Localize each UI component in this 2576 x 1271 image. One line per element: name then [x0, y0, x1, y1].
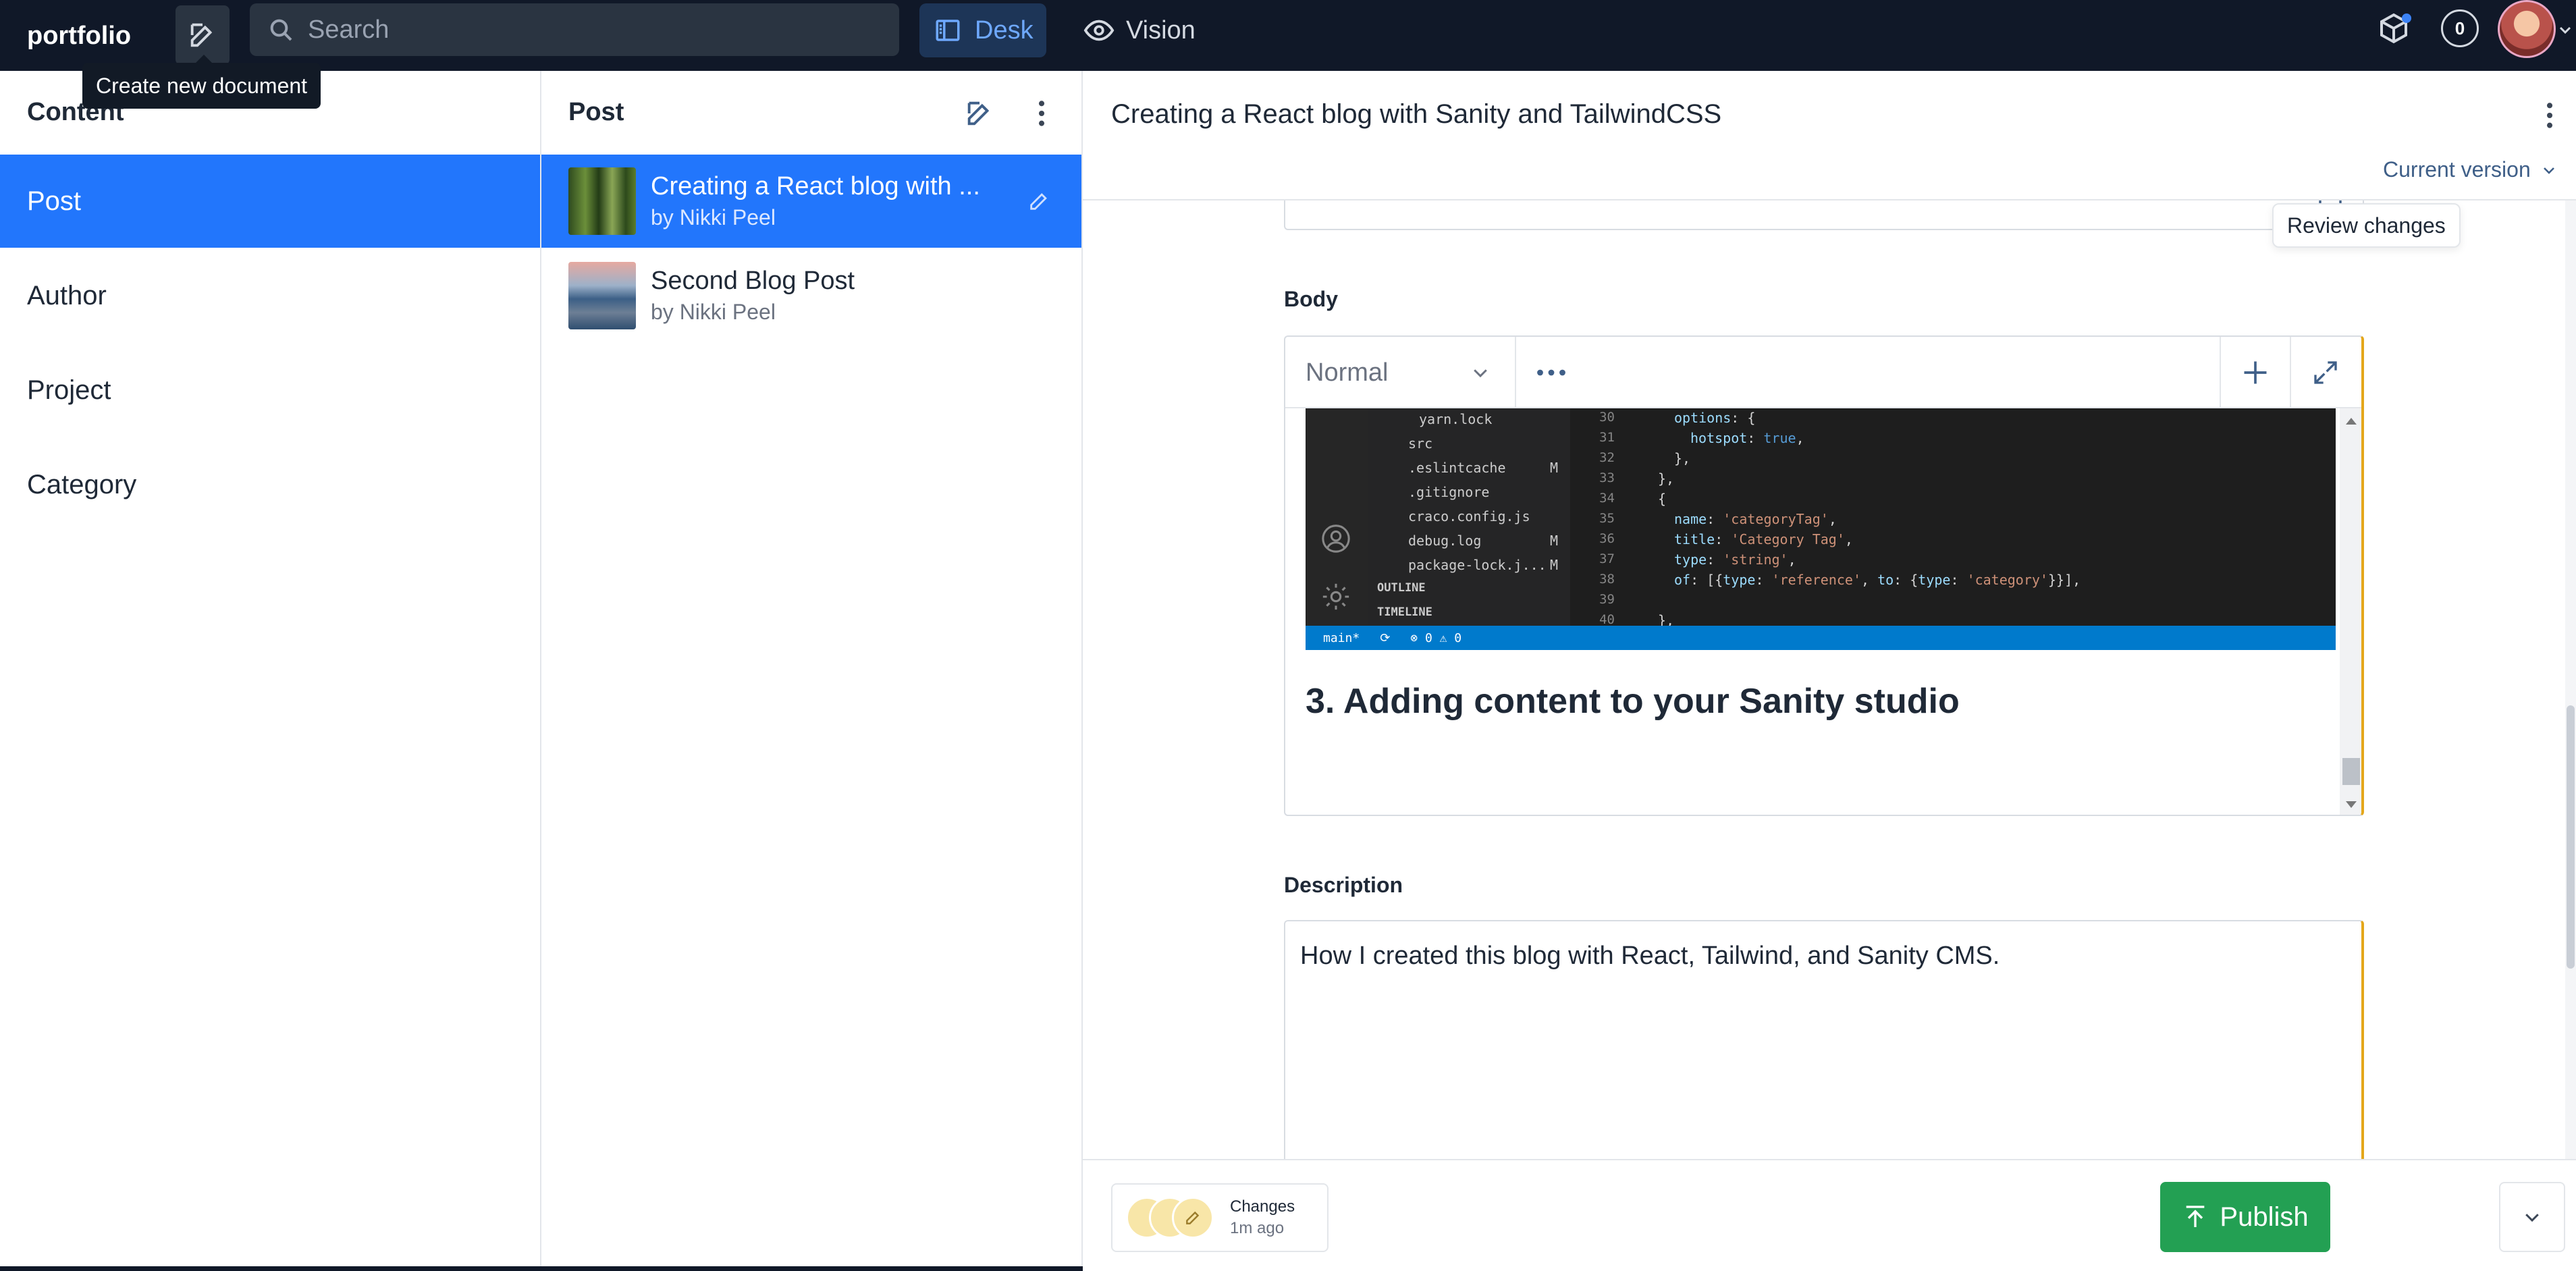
fullscreen-button[interactable] — [2290, 337, 2360, 408]
editor-scroll-thumb[interactable] — [2342, 758, 2360, 785]
content-item-post[interactable]: Post — [0, 155, 540, 248]
notification-counter[interactable]: 0 — [2441, 9, 2479, 47]
document-header: Creating a React blog with Sanity and Ta… — [1083, 71, 2576, 200]
desk-icon — [932, 14, 964, 47]
more-options-button[interactable] — [1531, 354, 1572, 391]
content-item-category[interactable]: Category — [0, 438, 540, 531]
review-changes-tooltip: Review changes — [2272, 203, 2461, 248]
published-date-input[interactable] — [1284, 200, 2364, 230]
document-footer: Changes 1m ago Publish — [1083, 1159, 2576, 1271]
publish-icon — [2186, 1206, 2205, 1227]
content-item-label: Post — [27, 186, 82, 216]
create-document-tooltip: Create new document — [82, 55, 321, 109]
body-editor[interactable]: Normal yarn.lock src .eslintcache .gitig… — [1284, 335, 2364, 816]
publish-menu-button[interactable] — [2499, 1182, 2565, 1252]
content-item-label: Project — [27, 375, 111, 405]
update-badge — [2402, 13, 2411, 23]
document-pane: Body Normal yarn.lock src .eslintcache .… — [1083, 71, 2576, 1271]
editor-status-bar: main* ⟳ ⊗ 0 ⚠ 0 — [1306, 626, 2336, 650]
new-post-button[interactable] — [961, 95, 998, 132]
description-label: Description — [1284, 873, 1403, 897]
tool-vision[interactable]: Vision — [1071, 3, 1206, 57]
scroll-down-arrow[interactable] — [2346, 801, 2357, 808]
kebab-menu-icon — [2546, 103, 2553, 128]
body-label: Body — [1284, 287, 1338, 311]
chevron-down-icon — [2525, 1214, 2539, 1222]
chevron-down-icon[interactable] — [2556, 20, 2575, 39]
post-pane-menu-button[interactable] — [1023, 95, 1060, 132]
editor-scrollbar[interactable] — [2340, 408, 2361, 815]
post-thumbnail — [568, 167, 636, 235]
content-item-project[interactable]: Project — [0, 344, 540, 437]
file-tree: yarn.lock src .eslintcache .gitignore cr… — [1368, 408, 1570, 626]
content-item-author[interactable]: Author — [0, 249, 540, 342]
content-pane: Content Post Author Project Category — [0, 71, 541, 1271]
post-list-pane: Post Creating a React blog with ... by N… — [541, 71, 1083, 1271]
user-avatar[interactable] — [2498, 0, 2556, 58]
document-title: Creating a React blog with Sanity and Ta… — [1111, 99, 1722, 129]
publish-label: Publish — [2220, 1201, 2309, 1232]
chevron-down-icon — [2540, 161, 2558, 179]
tool-desk-label: Desk — [975, 16, 1034, 45]
post-list-item[interactable]: Second Blog Post by Nikki Peel — [541, 249, 1081, 342]
eye-icon — [1083, 14, 1115, 47]
ellipsis-icon — [1537, 369, 1565, 376]
editor-toolbar: Normal — [1285, 337, 2361, 408]
document-scroll-thumb[interactable] — [2567, 705, 2575, 969]
publish-button[interactable]: Publish — [2160, 1182, 2330, 1252]
pencil-icon — [1172, 1197, 1214, 1239]
line-numbers: 30 31 32 33 34 35 36 37 38 39 40 — [1599, 410, 1615, 627]
document-menu-button[interactable] — [2531, 95, 2568, 136]
tool-vision-label: Vision — [1126, 16, 1196, 45]
content-item-label: Author — [27, 280, 107, 310]
insert-block-button[interactable] — [2220, 337, 2290, 408]
expand-icon — [2314, 361, 2337, 384]
activity-bar — [1306, 408, 1368, 626]
block-style-value: Normal — [1306, 358, 1389, 387]
search-icon — [265, 13, 297, 46]
post-title: Second Blog Post — [651, 267, 855, 295]
top-navbar: portfolio Search Desk Vision 0 — [0, 0, 2576, 71]
search-input[interactable]: Search — [250, 3, 899, 56]
embedded-code-screenshot[interactable]: yarn.lock src .eslintcache .gitignore cr… — [1306, 408, 2336, 650]
body-heading: 3. Adding content to your Sanity studio — [1306, 682, 1960, 721]
content-item-label: Category — [27, 469, 137, 499]
plus-icon — [2244, 361, 2267, 384]
changes-timestamp: 1m ago — [1230, 1219, 1285, 1237]
change-avatars — [1126, 1197, 1220, 1239]
pencil-icon — [1022, 184, 1056, 218]
compose-icon — [190, 23, 213, 47]
code-lines: options: { hotspot: true, }, }, { name: … — [1658, 410, 2081, 628]
chevron-down-icon — [1469, 361, 1492, 384]
block-style-select[interactable]: Normal — [1285, 337, 1516, 408]
search-placeholder: Search — [308, 15, 390, 44]
package-status-button[interactable] — [2375, 9, 2413, 47]
changes-button[interactable]: Changes 1m ago — [1111, 1183, 1329, 1252]
post-list-item[interactable]: Creating a React blog with ... by Nikki … — [541, 155, 1081, 248]
description-value: How I created this blog with React, Tail… — [1300, 942, 2000, 970]
brand-logo[interactable]: portfolio — [27, 12, 131, 59]
post-pane-title: Post — [568, 98, 624, 126]
scroll-up-arrow[interactable] — [2346, 418, 2357, 425]
version-selector[interactable]: Current version — [2383, 157, 2558, 182]
post-author: by Nikki Peel — [651, 300, 776, 324]
post-title: Creating a React blog with ... — [651, 172, 980, 200]
kebab-menu-icon — [1038, 101, 1045, 126]
version-label: Current version — [2383, 157, 2531, 182]
tool-desk[interactable]: Desk — [919, 3, 1046, 57]
changes-label: Changes — [1230, 1197, 1295, 1216]
post-author: by Nikki Peel — [651, 205, 776, 229]
compose-icon — [967, 101, 990, 126]
post-thumbnail — [568, 262, 636, 329]
